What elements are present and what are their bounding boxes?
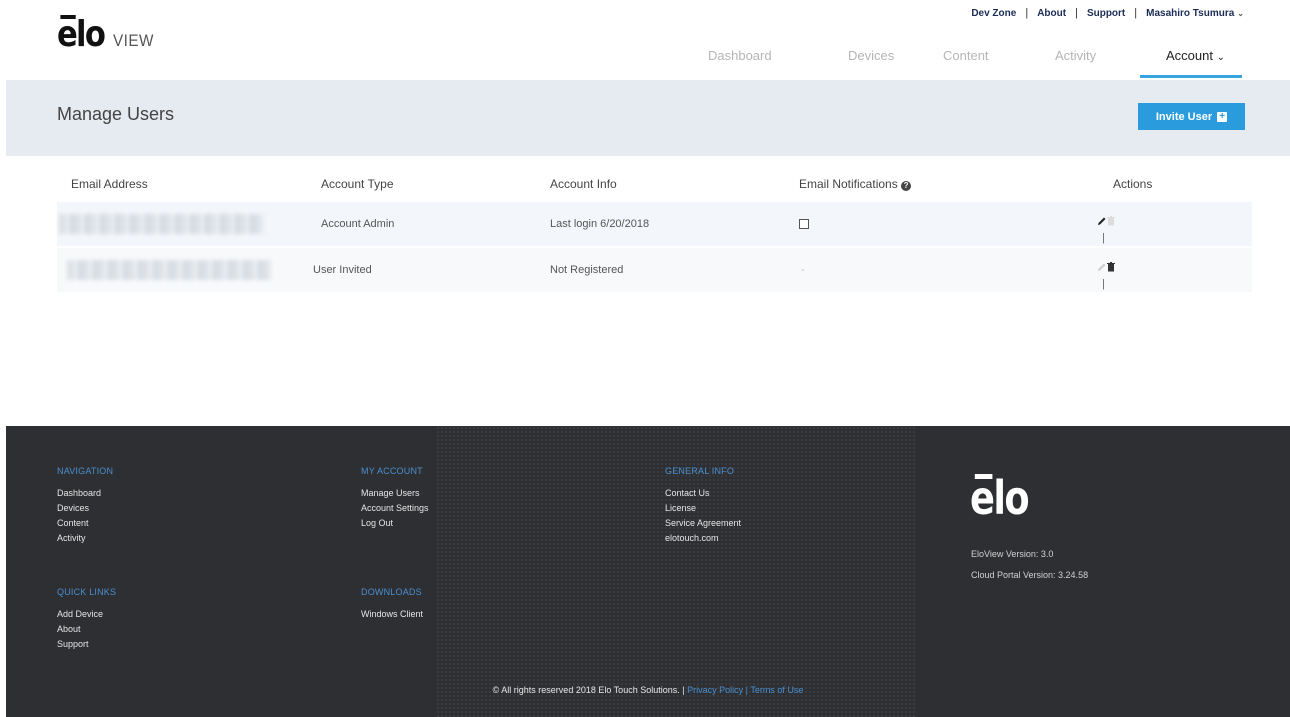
plus-icon: + xyxy=(1217,111,1228,122)
utility-nav: Dev Zone | About | Support | Masahiro Ts… xyxy=(971,7,1244,19)
cloud-portal-version: Cloud Portal Version: 3.24.58 xyxy=(971,570,1089,580)
column-actions: Actions xyxy=(1113,177,1153,191)
footer-link-service-agreement[interactable]: Service Agreement xyxy=(665,516,741,531)
footer-my-account: MY ACCOUNT Manage Users Account Settings… xyxy=(361,464,429,531)
footer-quick-links: QUICK LINKS Add Device About Support xyxy=(57,585,116,652)
invite-user-label: Invite User xyxy=(1155,110,1213,123)
footer-link-license[interactable]: License xyxy=(665,501,741,516)
version-info: EloView Version: 3.0 Cloud Portal Versio… xyxy=(971,544,1088,586)
delete-trash-icon[interactable] xyxy=(1107,262,1115,272)
site-footer: NAVIGATION Dashboard Devices Content Act… xyxy=(6,426,1290,717)
logo-bar xyxy=(60,15,76,19)
nav-devices[interactable]: Devices xyxy=(848,48,894,63)
footer-link-activity[interactable]: Activity xyxy=(57,531,113,546)
table-header: Email Address Account Type Account Info … xyxy=(57,168,1252,202)
footer-logo-text: elo xyxy=(970,470,1066,526)
account-type-cell: Account Admin xyxy=(321,218,395,230)
footer-heading: GENERAL INFO xyxy=(665,466,735,476)
utility-separator: | xyxy=(1025,7,1029,19)
email-redacted xyxy=(67,260,272,280)
email-notifications-checkbox[interactable] xyxy=(799,219,809,229)
column-account-info: Account Info xyxy=(550,177,617,191)
about-link[interactable]: About xyxy=(1037,8,1066,19)
footer-downloads: DOWNLOADS Windows Client xyxy=(361,585,423,622)
user-menu[interactable]: Masahiro Tsumura ⌄ xyxy=(1146,8,1244,19)
email-notifications-cell: - xyxy=(801,264,805,276)
column-email-notifications-label: Email Notifications xyxy=(799,177,898,191)
footer-heading: NAVIGATION xyxy=(57,466,114,476)
footer-link-contact-us[interactable]: Contact Us xyxy=(665,486,741,501)
page-title: Manage Users xyxy=(57,104,175,124)
edit-pencil-icon[interactable] xyxy=(1097,216,1107,226)
dev-zone-link[interactable]: Dev Zone xyxy=(971,8,1016,19)
eloview-version: EloView Version: 3.0 xyxy=(971,549,1054,559)
logo-main-text: elo xyxy=(57,14,106,55)
chevron-down-icon: ⌄ xyxy=(1216,52,1225,63)
email-redacted xyxy=(59,214,264,234)
user-name: Masahiro Tsumura xyxy=(1146,7,1235,19)
chevron-down-icon: ⌄ xyxy=(1237,8,1244,18)
footer-link-support[interactable]: Support xyxy=(57,637,116,652)
footer-link-log-out[interactable]: Log Out xyxy=(361,516,429,531)
active-tab-indicator xyxy=(1140,75,1242,78)
help-icon[interactable]: ? xyxy=(901,181,912,191)
column-email-notifications: Email Notifications ? xyxy=(799,177,912,191)
footer-link-dashboard[interactable]: Dashboard xyxy=(57,486,113,501)
copyright-line: © All rights reserved 2018 Elo Touch Sol… xyxy=(6,685,1290,695)
copyright-text: © All rights reserved 2018 Elo Touch Sol… xyxy=(492,685,685,695)
utility-separator: | xyxy=(1075,7,1078,19)
invite-user-button[interactable]: Invite User + xyxy=(1138,103,1245,130)
column-email: Email Address xyxy=(71,177,148,191)
nav-account-label: Account xyxy=(1166,48,1213,63)
nav-activity[interactable]: Activity xyxy=(1055,48,1096,63)
edit-pencil-icon xyxy=(1098,263,1106,271)
utility-separator: | xyxy=(1134,7,1138,19)
footer-logo-bar xyxy=(974,474,993,479)
users-table: Email Address Account Type Account Info … xyxy=(57,168,1252,294)
footer-elo-logo: elo xyxy=(970,470,1090,530)
terms-of-use-link[interactable]: Terms of Use xyxy=(750,685,803,695)
footer-link-content[interactable]: Content xyxy=(57,516,113,531)
footer-link-add-device[interactable]: Add Device xyxy=(57,607,116,622)
privacy-policy-link[interactable]: Privacy Policy xyxy=(687,685,743,695)
support-link[interactable]: Support xyxy=(1087,8,1125,19)
logo-elo-text: elo xyxy=(57,15,106,53)
footer-heading: QUICK LINKS xyxy=(57,587,117,597)
footer-logo-main: elo xyxy=(970,471,1030,525)
footer-link-account-settings[interactable]: Account Settings xyxy=(361,501,429,516)
footer-general-info: GENERAL INFO Contact Us License Service … xyxy=(665,464,741,546)
action-separator: | xyxy=(1102,278,1105,290)
copyright-separator: | xyxy=(745,685,748,695)
page-header-band: Manage Users Invite User + xyxy=(6,80,1290,156)
table-row: Account Admin Last login 6/20/2018 | xyxy=(57,202,1252,246)
nav-dashboard[interactable]: Dashboard xyxy=(708,48,772,63)
table-row: User Invited Not Registered - | xyxy=(57,248,1252,292)
account-info-cell: Last login 6/20/2018 xyxy=(550,218,650,230)
top-header: elo VIEW Dev Zone | About | Support | Ma… xyxy=(0,0,1290,80)
footer-navigation: NAVIGATION Dashboard Devices Content Act… xyxy=(57,464,113,546)
nav-content[interactable]: Content xyxy=(943,48,989,63)
footer-link-devices[interactable]: Devices xyxy=(57,501,113,516)
footer-link-manage-users[interactable]: Manage Users xyxy=(361,486,429,501)
row-actions: | xyxy=(1097,262,1115,290)
footer-heading: MY ACCOUNT xyxy=(361,466,423,476)
elo-view-logo[interactable]: elo VIEW xyxy=(57,15,158,53)
footer-link-about[interactable]: About xyxy=(57,622,116,637)
footer-heading: DOWNLOADS xyxy=(361,587,422,597)
nav-account[interactable]: Account ⌄ xyxy=(1166,48,1225,63)
logo-view-text: VIEW xyxy=(112,31,154,50)
column-account-type: Account Type xyxy=(321,177,394,191)
delete-trash-icon xyxy=(1107,216,1115,226)
account-info-cell: Not Registered xyxy=(550,264,624,276)
account-type-cell: User Invited xyxy=(313,264,372,276)
action-separator: | xyxy=(1102,232,1105,244)
footer-link-elotouch[interactable]: elotouch.com xyxy=(665,531,741,546)
row-actions: | xyxy=(1097,216,1115,244)
footer-link-windows-client[interactable]: Windows Client xyxy=(361,607,423,622)
